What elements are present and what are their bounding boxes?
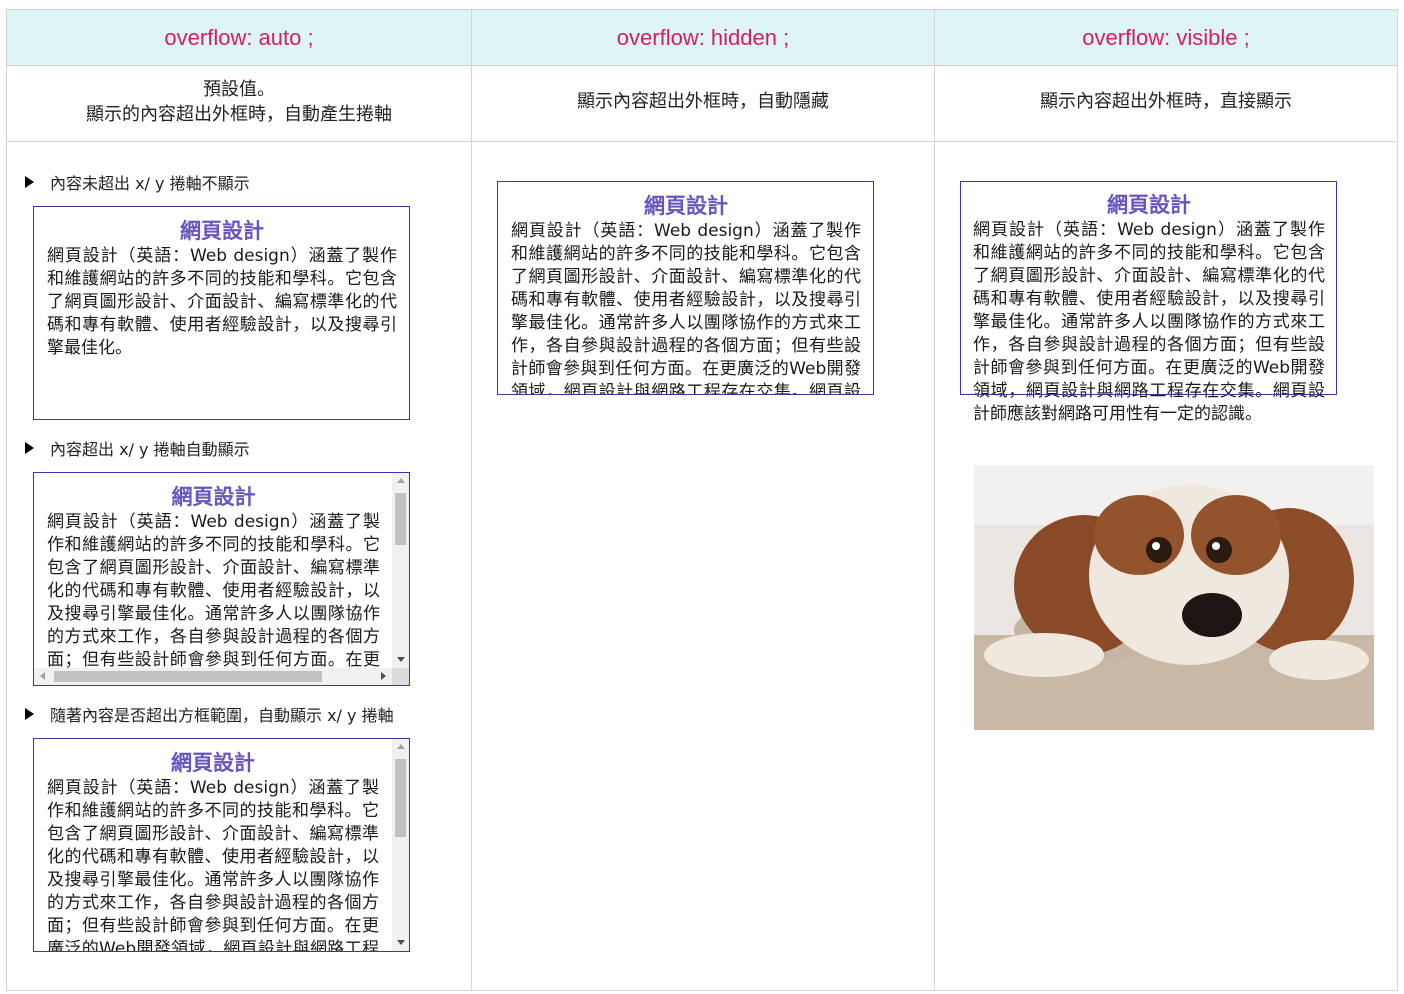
scroll-up-icon[interactable] <box>397 744 405 749</box>
description-overflow-visible: 顯示內容超出外框時，直接顯示 <box>935 66 1397 142</box>
scroll-right-icon[interactable] <box>381 672 386 680</box>
description-overflow-hidden: 顯示內容超出外框時，自動隱藏 <box>472 66 934 142</box>
overflow-comparison-table: overflow: auto ; 預設值。 顯示的內容超出外框時，自動產生捲軸 … <box>6 9 1398 991</box>
scroll-left-icon[interactable] <box>40 672 45 680</box>
box-title: 網頁設計 <box>171 751 255 775</box>
puppy-illustration <box>974 465 1374 730</box>
triangle-bullet-icon <box>25 442 34 454</box>
vertical-scroll-thumb[interactable] <box>395 493 406 545</box>
box-overflow-visible <box>960 181 1337 395</box>
scrollbar-corner <box>392 668 409 685</box>
scroll-down-icon[interactable] <box>397 657 405 662</box>
box-title: 網頁設計 <box>644 194 728 218</box>
box-overflow-xy-scroll[interactable]: 網頁設計 網頁設計（英語：Web design）涵蓋了製作和維護網站的許多不同的… <box>33 472 410 686</box>
bullet-no-overflow: 內容未超出 x/ y 捲軸不顯示 <box>25 170 250 194</box>
column-overflow-auto: overflow: auto ; 預設值。 顯示的內容超出外框時，自動產生捲軸 … <box>7 10 471 990</box>
triangle-bullet-icon <box>25 176 34 188</box>
bullet-overflow-xy: 內容超出 x/ y 捲軸自動顯示 <box>25 436 250 460</box>
scroll-up-icon[interactable] <box>397 478 405 483</box>
column-overflow-visible: overflow: visible ; 顯示內容超出外框時，直接顯示 網頁設計 … <box>934 10 1397 990</box>
box-text: 網頁設計（英語：Web design）涵蓋了製作和維護網站的許多不同的技能和學科… <box>47 246 397 358</box>
column-overflow-hidden: overflow: hidden ; 顯示內容超出外框時，自動隱藏 網頁設計 網… <box>471 10 934 990</box>
box-title: 網頁設計 <box>171 485 256 509</box>
vertical-scrollbar[interactable] <box>392 473 409 668</box>
bullet-label: 隨著內容是否超出方框範圍，自動顯示 x/ y 捲軸 <box>50 706 394 725</box>
header-overflow-auto: overflow: auto ; <box>7 10 471 66</box>
horizontal-scroll-thumb[interactable] <box>54 671 322 682</box>
horizontal-scrollbar[interactable] <box>34 668 392 685</box>
vertical-scroll-thumb[interactable] <box>395 759 406 837</box>
puppy-photo <box>974 465 1374 730</box>
box-text: 網頁設計（英語：Web design）涵蓋了製作和維護網站的許多不同的技能和學科… <box>47 512 380 685</box>
box-title: 網頁設計 <box>180 219 264 243</box>
description-overflow-auto: 預設值。 顯示的內容超出外框時，自動產生捲軸 <box>7 66 471 142</box>
box-text: 網頁設計（英語：Web design）涵蓋了製作和維護網站的許多不同的技能和學科… <box>47 778 379 952</box>
box-text: 網頁設計（英語：Web design）涵蓋了製作和維護網站的許多不同的技能和學科… <box>511 221 861 395</box>
bullet-label: 內容未超出 x/ y 捲軸不顯示 <box>50 174 250 193</box>
bullet-label: 內容超出 x/ y 捲軸自動顯示 <box>50 440 250 459</box>
box-overflow-hidden: 網頁設計 網頁設計（英語：Web design）涵蓋了製作和維護網站的許多不同的… <box>497 181 874 395</box>
scroll-down-icon[interactable] <box>397 940 405 945</box>
header-overflow-hidden: overflow: hidden ; <box>472 10 934 66</box>
box-no-overflow: 網頁設計 網頁設計（英語：Web design）涵蓋了製作和維護網站的許多不同的… <box>33 206 410 420</box>
triangle-bullet-icon <box>25 708 34 720</box>
bullet-auto-scroll: 隨著內容是否超出方框範圍，自動顯示 x/ y 捲軸 <box>25 702 394 726</box>
vertical-scrollbar[interactable] <box>392 739 409 951</box>
header-overflow-visible: overflow: visible ; <box>935 10 1397 66</box>
box-auto-scroll[interactable]: 網頁設計 網頁設計（英語：Web design）涵蓋了製作和維護網站的許多不同的… <box>33 738 410 952</box>
